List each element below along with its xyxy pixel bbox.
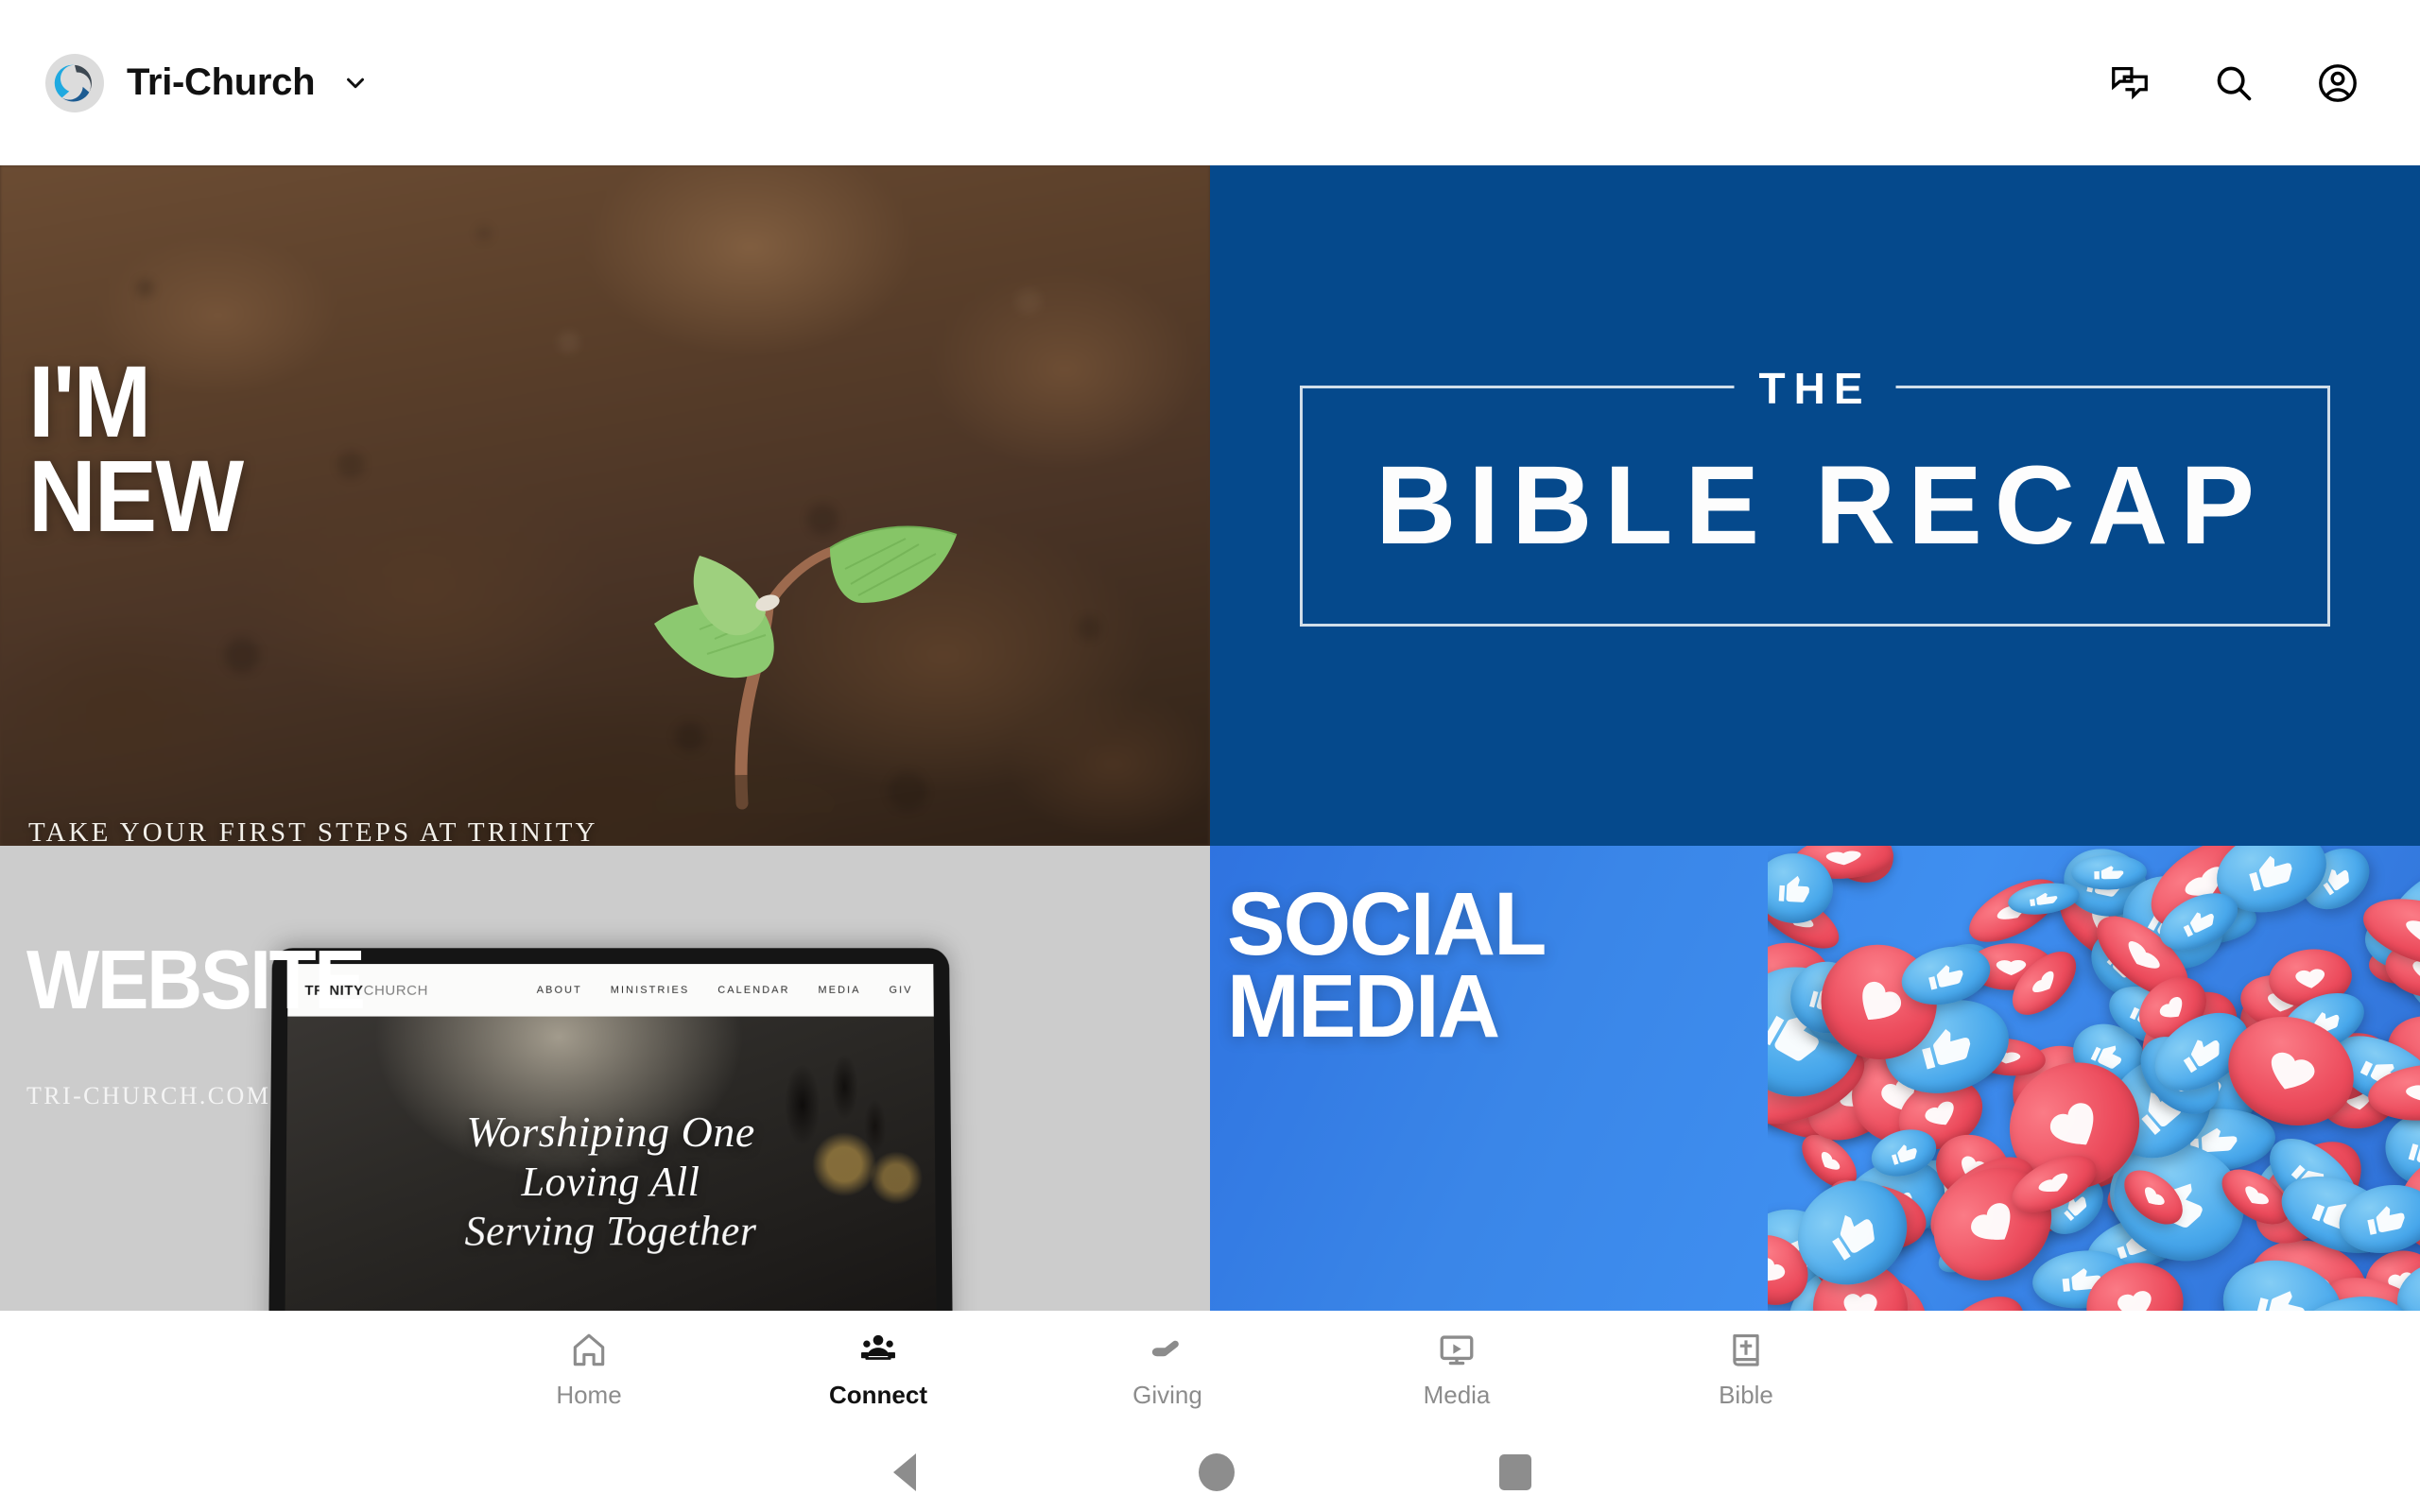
home-icon bbox=[568, 1324, 610, 1371]
thumbs-up-glyph-icon bbox=[2026, 889, 2064, 909]
heart-glyph-icon bbox=[2022, 962, 2065, 1005]
tile-im-new-title-line1: I'M bbox=[28, 344, 151, 458]
thumbs-up-glyph-icon bbox=[2239, 846, 2304, 898]
giving-hand-icon bbox=[1147, 1324, 1188, 1371]
preview-hero-script-text: Worshiping One Loving All Serving Togeth… bbox=[285, 1107, 936, 1256]
heart-glyph-icon bbox=[1810, 1143, 1847, 1180]
thumbs-up-glyph-icon bbox=[2171, 1024, 2232, 1079]
seedling-illustration bbox=[529, 359, 974, 832]
nav-item-giving[interactable]: Giving bbox=[1023, 1324, 1312, 1410]
thumbs-up-glyph-icon bbox=[1921, 956, 1971, 993]
preview-hero-line3: Serving Together bbox=[464, 1208, 757, 1255]
account-circle-icon[interactable] bbox=[2312, 58, 2363, 109]
heart-glyph-icon bbox=[1819, 846, 1870, 869]
android-system-navigation-bar bbox=[0, 1432, 2420, 1512]
android-recents-icon[interactable] bbox=[1499, 1453, 1531, 1490]
bible-book-icon bbox=[1725, 1324, 1767, 1371]
tile-bible-recap[interactable]: THE BIBLE RECAP bbox=[1210, 165, 2420, 846]
preview-hero-line1: Worshiping One bbox=[466, 1108, 755, 1156]
android-home-icon[interactable] bbox=[1199, 1452, 1235, 1491]
heart-glyph-icon bbox=[2235, 1177, 2278, 1216]
thumbs-up-glyph-icon bbox=[1774, 869, 1815, 906]
app-root: Tri-Church I'M NEW TAKE YOUR FIRST STEPS… bbox=[0, 0, 2420, 1512]
preview-nav-calendar: CALENDAR bbox=[717, 984, 790, 996]
bible-recap-frame: THE BIBLE RECAP bbox=[1300, 359, 2330, 627]
preview-nav-giving: GIV bbox=[889, 984, 913, 996]
brand-selector[interactable]: Tri-Church bbox=[45, 53, 370, 112]
header-actions bbox=[2104, 58, 2363, 109]
tile-social-media[interactable]: SOCIAL MEDIA bbox=[1210, 846, 2420, 1311]
thumbs-up-glyph-icon bbox=[2360, 1198, 2414, 1241]
heart-glyph-icon bbox=[1837, 1285, 1884, 1311]
tile-im-new-headline: I'M NEW bbox=[28, 344, 261, 554]
thumbs-up-glyph-icon bbox=[1815, 1196, 1890, 1269]
preview-nav-media: MEDIA bbox=[818, 984, 861, 996]
nav-label-bible: Bible bbox=[1719, 1381, 1773, 1409]
nav-label-media: Media bbox=[1423, 1381, 1491, 1409]
tile-social-title-line2: MEDIA bbox=[1227, 956, 1500, 1057]
tri-church-swirl-logo-icon bbox=[45, 53, 104, 112]
nav-item-home[interactable]: Home bbox=[444, 1324, 734, 1410]
heart-glyph-icon bbox=[2134, 1178, 2172, 1216]
thumbs-up-glyph-icon bbox=[2090, 863, 2129, 881]
bottom-nav-items: Home Connect Giving Media Bible bbox=[444, 1324, 1891, 1410]
reaction-tokens-image bbox=[1768, 846, 2420, 1311]
thumbs-up-glyph-icon bbox=[1885, 1138, 1923, 1169]
heart-glyph-icon bbox=[1768, 1246, 1796, 1294]
chat-bubbles-icon[interactable] bbox=[2104, 58, 2155, 109]
nav-label-connect: Connect bbox=[829, 1381, 927, 1409]
tile-social-media-headline: SOCIAL MEDIA bbox=[1227, 874, 1555, 1057]
heart-reaction-token bbox=[1923, 1281, 2038, 1311]
tile-website-title: WEBSITE bbox=[26, 933, 366, 1026]
search-icon[interactable] bbox=[2208, 58, 2259, 109]
heart-glyph-icon bbox=[2396, 1076, 2420, 1109]
tile-im-new[interactable]: I'M NEW TAKE YOUR FIRST STEPS AT TRINITY bbox=[0, 165, 1210, 846]
heart-glyph-icon bbox=[2289, 961, 2333, 994]
feature-tile-grid: I'M NEW TAKE YOUR FIRST STEPS AT TRINITY… bbox=[0, 165, 2420, 1311]
nav-item-connect[interactable]: Connect bbox=[734, 1324, 1023, 1410]
tile-website-headline: WEBSITE bbox=[26, 933, 389, 1026]
nav-item-media[interactable]: Media bbox=[1312, 1324, 1601, 1410]
nav-label-home: Home bbox=[556, 1381, 622, 1409]
groups-icon bbox=[857, 1324, 899, 1371]
chevron-down-icon[interactable] bbox=[341, 69, 370, 97]
bottom-navigation-bar: Home Connect Giving Media Bible bbox=[0, 1311, 2420, 1432]
bible-recap-title: BIBLE RECAP bbox=[1375, 443, 2267, 568]
tile-website-subtitle: TRI-CHURCH.COM bbox=[26, 1082, 271, 1109]
thumbs-up-glyph-icon bbox=[2402, 1127, 2420, 1174]
media-play-icon bbox=[1436, 1324, 1478, 1371]
preview-site-hero: Worshiping One Loving All Serving Togeth… bbox=[285, 1016, 937, 1311]
preview-hero-line2: Loving All bbox=[521, 1159, 700, 1206]
brand-name: Tri-Church bbox=[127, 61, 316, 103]
preview-nav-ministries: MINISTRIES bbox=[610, 984, 690, 996]
app-header: Tri-Church bbox=[0, 0, 2420, 165]
heart-glyph-icon bbox=[2029, 1164, 2079, 1204]
preview-nav-about: ABOUT bbox=[536, 984, 582, 996]
heart-glyph-icon bbox=[2253, 1036, 2331, 1108]
heart-glyph-icon bbox=[2107, 1279, 2164, 1311]
preview-site-nav: ABOUT MINISTRIES CALENDAR MEDIA GIV bbox=[537, 985, 913, 996]
android-back-icon[interactable] bbox=[893, 1452, 916, 1491]
tile-website[interactable]: WEBSITE TRI-CHURCH.COM TRINITYCHURCH ABO… bbox=[0, 846, 1210, 1311]
tile-social-title-line1: SOCIAL bbox=[1227, 874, 1547, 974]
nav-label-giving: Giving bbox=[1132, 1381, 1202, 1409]
thumbs-up-glyph-icon bbox=[2247, 1278, 2316, 1311]
thumbs-up-glyph-icon bbox=[2175, 902, 2223, 941]
tile-im-new-subtitle: TAKE YOUR FIRST STEPS AT TRINITY bbox=[28, 817, 598, 846]
nav-item-bible[interactable]: Bible bbox=[1601, 1324, 1891, 1410]
tile-im-new-title-line2: NEW bbox=[28, 438, 244, 554]
heart-glyph-icon bbox=[2393, 910, 2420, 956]
bible-recap-eyebrow: THE bbox=[1734, 359, 1896, 417]
